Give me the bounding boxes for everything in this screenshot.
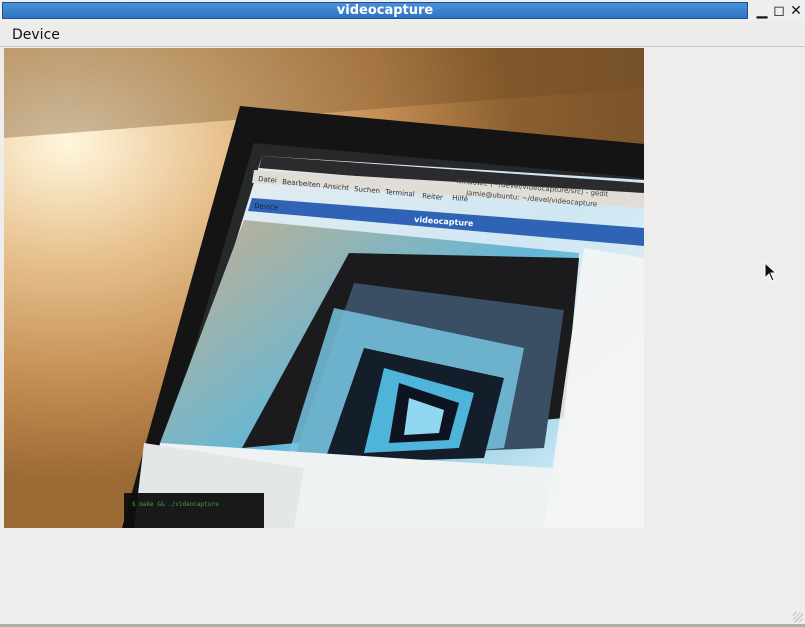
nested-menu-file: Datei: [258, 175, 277, 185]
nested-terminal-text: $ make && ./videocapture: [132, 501, 219, 508]
maximize-icon: ◻: [773, 3, 785, 19]
close-button[interactable]: ✕: [788, 3, 804, 19]
menu-device[interactable]: Device: [6, 25, 66, 45]
window-title: videocapture: [336, 3, 434, 18]
video-preview: Datei Bearbeiten Ansicht Suchen Terminal…: [4, 48, 644, 528]
maximize-button[interactable]: ◻: [771, 3, 787, 19]
webcam-frame: Datei Bearbeiten Ansicht Suchen Terminal…: [4, 48, 644, 528]
menubar: Device: [0, 22, 805, 47]
nested-device-label: Device: [254, 202, 278, 212]
resize-grip[interactable]: [793, 612, 803, 622]
mouse-pointer-icon: [764, 261, 778, 286]
minimize-icon: ▁: [756, 3, 768, 19]
minimize-button[interactable]: ▁: [754, 3, 770, 19]
close-icon: ✕: [790, 3, 802, 19]
window-titlebar[interactable]: videocapture ▁ ◻ ✕: [0, 0, 805, 22]
